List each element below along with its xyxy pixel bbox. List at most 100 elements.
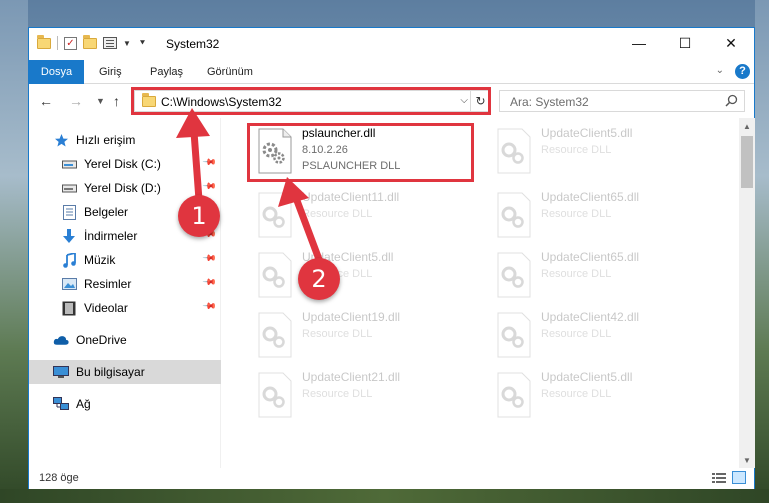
sidebar-item-network[interactable]: Ağ	[29, 392, 221, 416]
tab-home[interactable]: Giriş	[99, 60, 122, 84]
sidebar-item-music[interactable]: Müzik 📌	[29, 248, 221, 272]
file-list: pslauncher.dll 8.10.2.26 PSLAUNCHER DLL …	[222, 118, 739, 468]
dll-file-icon	[258, 312, 292, 358]
sidebar-item-local-disk-c[interactable]: Yerel Disk (C:) 📌	[29, 152, 221, 176]
file-tile[interactable]: UpdateClient19.dll Resource DLL	[249, 306, 479, 366]
address-bar-highlight	[131, 87, 491, 115]
pin-icon[interactable]: 📌	[202, 275, 217, 291]
file-tile[interactable]: UpdateClient5.dll Resource DLL	[488, 366, 718, 426]
search-icon[interactable]	[725, 94, 738, 107]
dll-file-icon	[258, 252, 292, 298]
navigation-pane: Hızlı erişim Yerel Disk (C:) 📌 Yerel Dis…	[29, 118, 221, 468]
dll-file-icon	[258, 128, 292, 174]
drive-icon	[61, 156, 77, 172]
sidebar-item-label: Ağ	[76, 397, 91, 411]
desktop-background-left	[0, 0, 28, 503]
file-description: Resource DLL	[302, 388, 373, 400]
file-name: UpdateClient21.dll	[302, 370, 401, 384]
file-description: Resource DLL	[541, 328, 612, 340]
dll-file-icon	[258, 372, 292, 418]
sidebar-item-label: OneDrive	[76, 333, 127, 347]
cloud-icon	[53, 332, 69, 348]
step-2-badge: 2	[298, 258, 340, 300]
pin-icon[interactable]: 📌	[202, 179, 217, 195]
vertical-scrollbar[interactable]: ▲ ▼	[739, 118, 755, 468]
scroll-up-icon[interactable]: ▲	[743, 122, 751, 131]
file-tile[interactable]: UpdateClient65.dll Resource DLL	[488, 186, 718, 246]
file-tile[interactable]: UpdateClient5.dll Resource DLL	[249, 246, 479, 306]
tab-share[interactable]: Paylaş	[150, 60, 183, 84]
network-icon	[53, 396, 69, 412]
sidebar-item-this-pc[interactable]: Bu bilgisayar	[29, 360, 221, 384]
sidebar-item-label: Hızlı erişim	[76, 133, 136, 147]
title-bar: ✓ ▼ ⯆ System32 — ☐ ✕	[29, 28, 754, 60]
file-tile[interactable]: UpdateClient5.dll Resource DLL	[488, 122, 718, 182]
tiles-view-icon[interactable]	[732, 471, 746, 484]
customize-toolbar-icon[interactable]: ⯆	[139, 38, 146, 49]
pin-icon[interactable]: 📌	[202, 251, 217, 267]
tab-file[interactable]: Dosya	[29, 60, 84, 84]
back-arrow-icon[interactable]: ←	[39, 93, 53, 109]
sidebar-item-quick-access[interactable]: Hızlı erişim	[29, 128, 221, 152]
file-name: UpdateClient65.dll	[541, 250, 640, 264]
recent-locations-icon[interactable]: ▼	[96, 96, 105, 106]
maximize-button[interactable]: ☐	[662, 28, 708, 58]
sidebar-item-pictures[interactable]: Resimler 📌	[29, 272, 221, 296]
properties-check-icon[interactable]: ✓	[64, 36, 77, 50]
rename-icon[interactable]	[103, 37, 117, 49]
tab-view[interactable]: Görünüm	[207, 60, 253, 84]
minimize-button[interactable]: —	[616, 28, 662, 58]
details-view-icon[interactable]	[712, 472, 726, 484]
search-placeholder[interactable]: Ara: System32	[510, 95, 589, 109]
file-name: UpdateClient5.dll	[541, 370, 633, 384]
pictures-icon	[61, 276, 77, 292]
desktop-background-bottom	[0, 489, 769, 503]
dll-file-icon	[497, 128, 531, 174]
file-tile[interactable]: UpdateClient21.dll Resource DLL	[249, 366, 479, 426]
folder-icon[interactable]	[37, 34, 51, 49]
computer-icon	[53, 364, 69, 380]
file-name: pslauncher.dll	[302, 126, 376, 140]
dll-file-icon	[258, 192, 292, 238]
up-arrow-icon[interactable]: ↑	[113, 93, 120, 109]
sidebar-item-label: Bu bilgisayar	[76, 365, 145, 379]
sidebar-item-onedrive[interactable]: OneDrive	[29, 328, 221, 352]
file-description: Resource DLL	[302, 208, 373, 220]
file-tile[interactable]: UpdateClient65.dll Resource DLL	[488, 246, 718, 306]
search-box[interactable]: Ara: System32	[499, 90, 745, 112]
chevron-down-icon[interactable]: ▼	[123, 39, 131, 48]
downloads-icon	[61, 228, 77, 244]
sidebar-item-label: Resimler	[84, 277, 132, 291]
dll-file-icon	[497, 372, 531, 418]
sidebar-item-label: Yerel Disk (D:)	[84, 181, 161, 195]
new-folder-icon[interactable]	[83, 34, 97, 49]
status-bar: 128 öge	[29, 468, 754, 489]
star-icon	[53, 132, 69, 148]
file-tile[interactable]: UpdateClient42.dll Resource DLL	[488, 306, 718, 366]
music-icon	[61, 252, 77, 268]
file-tile[interactable]: UpdateClient11.dll Resource DLL	[249, 186, 479, 246]
sidebar-item-videos[interactable]: Videolar 📌	[29, 296, 221, 320]
pin-icon[interactable]: 📌	[202, 299, 217, 315]
forward-arrow-icon[interactable]: →	[69, 93, 83, 109]
expand-ribbon-icon[interactable]: ⌄	[716, 65, 724, 76]
dll-file-icon	[497, 312, 531, 358]
ribbon-tabs: Dosya Giriş Paylaş Görünüm ⌄ ?	[29, 60, 754, 84]
scroll-down-icon[interactable]: ▼	[743, 456, 751, 465]
file-description: Resource DLL	[541, 144, 612, 156]
pin-icon[interactable]: 📌	[202, 155, 217, 171]
file-tile[interactable]: pslauncher.dll 8.10.2.26 PSLAUNCHER DLL	[249, 122, 479, 182]
file-name: UpdateClient11.dll	[302, 190, 400, 204]
step-1-badge: 1	[178, 195, 220, 237]
drive-icon	[61, 180, 77, 196]
close-button[interactable]: ✕	[708, 28, 754, 58]
scrollbar-thumb[interactable]	[741, 136, 753, 188]
help-icon[interactable]: ?	[735, 64, 750, 79]
dll-file-icon	[497, 192, 531, 238]
videos-icon	[61, 300, 77, 316]
toolbar-divider	[57, 36, 58, 50]
quick-access-toolbar: ✓ ▼ ⯆	[37, 34, 146, 50]
file-version: 8.10.2.26	[302, 144, 348, 156]
file-name: UpdateClient42.dll	[541, 310, 640, 324]
file-description: Resource DLL	[541, 388, 612, 400]
